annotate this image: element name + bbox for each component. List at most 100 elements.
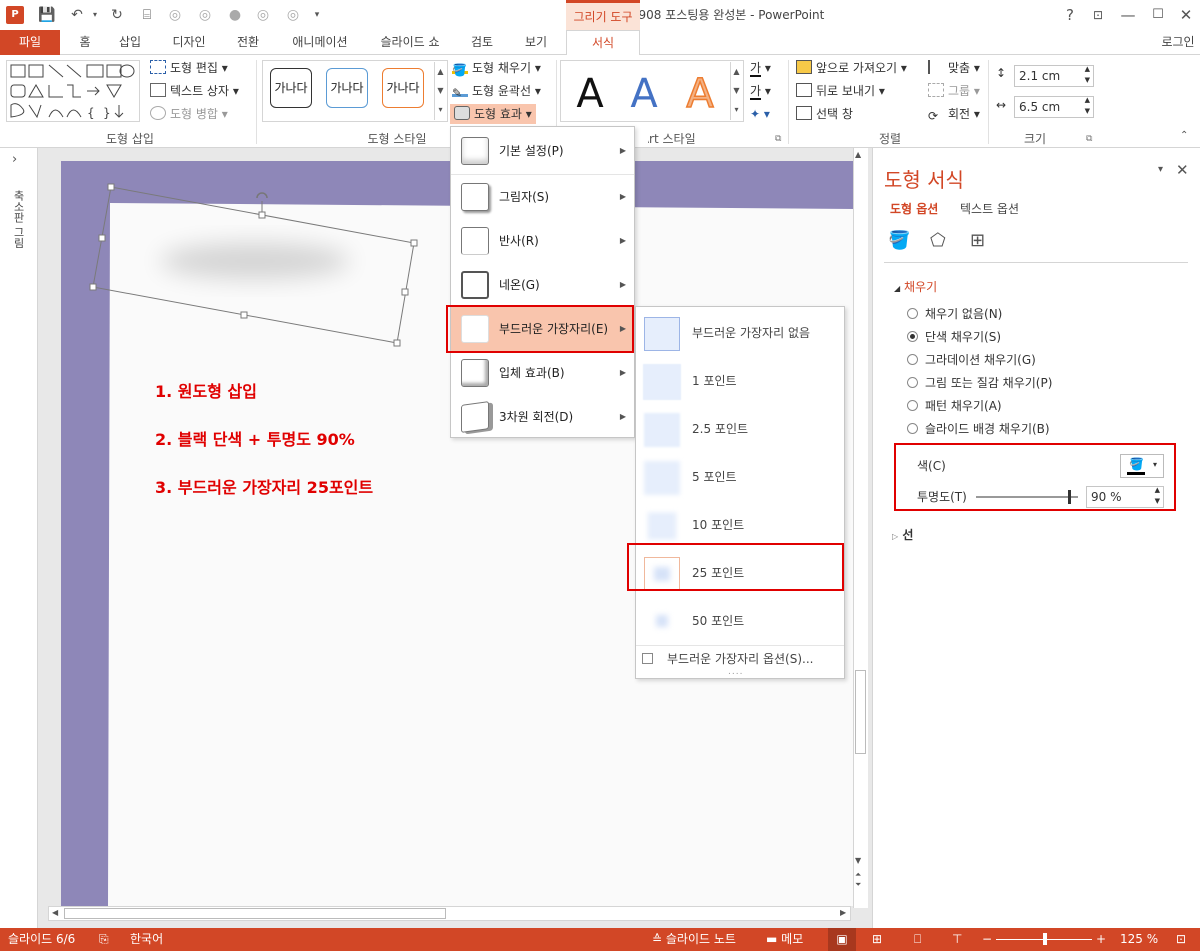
pane-options-icon[interactable]: ▾ bbox=[1158, 164, 1163, 175]
effect-bevel[interactable]: 입체 효과(B) ▶ bbox=[451, 351, 634, 395]
slide-counter[interactable]: 슬라이드 6/6 bbox=[8, 928, 75, 951]
wordart-style-3[interactable]: A bbox=[670, 64, 730, 124]
size-properties-icon[interactable]: ⊞ bbox=[970, 230, 994, 254]
scroll-up-icon[interactable]: ▲ bbox=[855, 150, 861, 159]
transparency-input[interactable]: 90 % ▲ ▼ bbox=[1086, 486, 1164, 508]
minimize-icon[interactable]: — bbox=[1116, 4, 1140, 26]
height-input[interactable]: 2.1 cm ▲ ▼ bbox=[1014, 65, 1094, 87]
text-fill-button[interactable]: 가 ▾ bbox=[750, 58, 771, 78]
soft-edge-1pt[interactable]: 1 포인트 bbox=[636, 357, 844, 405]
effect-3d-rotation[interactable]: 3차원 회전(D) ▶ bbox=[451, 395, 634, 439]
slideshow-view-icon[interactable]: ⊤ bbox=[952, 928, 962, 951]
scroll-down-icon[interactable]: ▼ bbox=[855, 856, 861, 865]
undo-icon[interactable]: ↶ bbox=[68, 6, 86, 24]
shape-qat-icon-1[interactable]: ◎ bbox=[166, 6, 184, 24]
width-input[interactable]: 6.5 cm ▲ ▼ bbox=[1014, 96, 1094, 118]
width-spinner[interactable]: ▲ ▼ bbox=[1085, 95, 1090, 117]
save-icon[interactable]: 💾 bbox=[38, 6, 56, 24]
fill-option-slide-background[interactable]: 슬라이드 배경 채우기(B) bbox=[907, 419, 1050, 439]
rotate-button[interactable]: ⟳ 회전 ▾ bbox=[928, 104, 980, 124]
horizontal-scroll-thumb[interactable] bbox=[64, 908, 446, 919]
normal-view-icon[interactable]: ▣ bbox=[828, 928, 856, 951]
effect-reflection[interactable]: 반사(R) ▶ bbox=[451, 219, 634, 263]
wordart-style-1[interactable]: A bbox=[560, 64, 620, 124]
selection-pane-button[interactable]: 선택 창 bbox=[796, 104, 853, 124]
maximize-icon[interactable]: ☐ bbox=[1146, 4, 1170, 26]
ribbon-display-icon[interactable]: ⊡ bbox=[1086, 4, 1110, 26]
gallery-scroll[interactable]: ▲ ▼ ▾ bbox=[434, 62, 446, 120]
transparency-spinner[interactable]: ▲ ▼ bbox=[1155, 485, 1160, 507]
soft-edge-none[interactable]: 부드러운 가장자리 없음 bbox=[636, 309, 844, 357]
shape-qat-icon-5[interactable]: ◎ bbox=[284, 6, 302, 24]
shape-style-swatch-2[interactable]: 가나다 bbox=[326, 68, 368, 108]
pane-close-icon[interactable]: ✕ bbox=[1176, 161, 1189, 179]
zoom-slider-thumb[interactable] bbox=[1043, 933, 1047, 945]
send-backward-button[interactable]: 뒤로 보내기 ▾ bbox=[796, 81, 885, 101]
slideshow-icon[interactable]: ⌸ bbox=[138, 6, 156, 24]
soft-edge-options[interactable]: 부드러운 가장자리 옵션(S)... bbox=[642, 651, 813, 667]
edit-shape-button[interactable]: 도형 편집 ▾ bbox=[150, 58, 228, 78]
tab-transitions[interactable]: 전환 bbox=[228, 30, 268, 55]
reading-view-icon[interactable]: ⎕ bbox=[914, 928, 921, 951]
menu-resize-grip[interactable]: .... bbox=[728, 667, 743, 677]
bring-forward-button[interactable]: 앞으로 가져오기 ▾ bbox=[796, 58, 907, 78]
fill-line-icon[interactable]: 🪣 bbox=[888, 230, 914, 254]
effects-pentagon-icon[interactable]: ⬠ bbox=[930, 230, 954, 254]
shape-outline-button[interactable]: ✎ 도형 윤곽선 ▾ bbox=[452, 81, 541, 101]
tab-format[interactable]: 서식 bbox=[566, 30, 640, 56]
expand-thumbnails-icon[interactable]: › bbox=[12, 152, 17, 167]
shape-qat-icon-2[interactable]: ◎ bbox=[196, 6, 214, 24]
line-section-header[interactable]: ▷ 선 bbox=[892, 526, 913, 543]
shape-qat-icon-3[interactable]: ● bbox=[226, 6, 244, 24]
redo-icon[interactable]: ↻ bbox=[108, 6, 126, 24]
scroll-right-icon[interactable]: ▶ bbox=[840, 908, 846, 917]
fill-section-header[interactable]: ◢ 채우기 bbox=[894, 278, 937, 295]
color-picker-button[interactable]: 🪣 ▾ bbox=[1120, 454, 1164, 478]
fill-option-picture[interactable]: 그림 또는 질감 채우기(P) bbox=[907, 373, 1052, 393]
slide-sorter-icon[interactable]: ⊞ bbox=[872, 928, 882, 951]
login-link[interactable]: 로그인 bbox=[1156, 30, 1200, 55]
effect-glow[interactable]: 네온(G) ▶ bbox=[451, 263, 634, 307]
soft-edge-2-5pt[interactable]: 2.5 포인트 bbox=[636, 405, 844, 453]
height-spinner[interactable]: ▲ ▼ bbox=[1085, 64, 1090, 86]
shape-gallery[interactable]: { } bbox=[6, 60, 140, 122]
shape-style-swatch-1[interactable]: 가나다 bbox=[270, 68, 312, 108]
tab-view[interactable]: 보기 bbox=[516, 30, 556, 55]
language-indicator[interactable]: 한국어 bbox=[130, 928, 163, 951]
wordart-dialog-launcher-icon[interactable]: ⧉ bbox=[775, 134, 781, 144]
shape-effects-button[interactable]: 도형 효과 ▾ bbox=[450, 104, 536, 124]
tab-animations[interactable]: 애니메이션 bbox=[282, 30, 358, 55]
tab-shape-options[interactable]: 도형 옵션 bbox=[890, 200, 938, 217]
wordart-style-2[interactable]: A bbox=[614, 64, 674, 124]
tab-home[interactable]: 홈 bbox=[70, 30, 100, 55]
merge-shapes-button[interactable]: 도형 병합 ▾ bbox=[150, 104, 228, 124]
customize-qat-icon[interactable]: ▾ bbox=[308, 6, 326, 24]
zoom-level[interactable]: 125 % bbox=[1120, 928, 1158, 951]
tab-insert[interactable]: 삽입 bbox=[110, 30, 150, 55]
text-box-button[interactable]: 텍스트 상자 ▾ bbox=[150, 81, 239, 101]
zoom-out-icon[interactable]: − bbox=[982, 928, 992, 951]
group-button[interactable]: 그룹 ▾ bbox=[928, 81, 980, 101]
collapse-ribbon-icon[interactable]: ⌃ bbox=[1180, 130, 1188, 141]
tab-review[interactable]: 검토 bbox=[462, 30, 502, 55]
tab-slideshow[interactable]: 슬라이드 쇼 bbox=[372, 30, 448, 55]
thumbnail-pane-collapsed[interactable] bbox=[0, 148, 38, 928]
soft-edge-10pt[interactable]: 10 포인트 bbox=[636, 501, 844, 549]
thumbnail-pane-label[interactable]: 축소판 그림 bbox=[12, 190, 26, 249]
spell-check-icon[interactable]: ⎘ bbox=[99, 928, 109, 951]
transparency-slider-track[interactable] bbox=[976, 496, 1078, 498]
shape-gallery-icons[interactable]: { } bbox=[7, 61, 141, 123]
shape-qat-icon-4[interactable]: ◎ bbox=[254, 6, 272, 24]
zoom-in-icon[interactable]: + bbox=[1096, 928, 1106, 951]
text-effects-button[interactable]: ✦ ▾ bbox=[750, 104, 770, 124]
shape-fill-button[interactable]: 🪣 도형 채우기 ▾ bbox=[452, 58, 541, 78]
size-dialog-launcher-icon[interactable]: ⧉ bbox=[1086, 134, 1092, 144]
vertical-scrollbar[interactable] bbox=[853, 148, 868, 908]
close-icon[interactable]: ✕ bbox=[1174, 4, 1198, 26]
wordart-gallery-scroll[interactable]: ▲ ▼ ▾ bbox=[730, 62, 742, 120]
tab-text-options[interactable]: 텍스트 옵션 bbox=[960, 200, 1019, 217]
text-outline-button[interactable]: 가 ▾ bbox=[750, 81, 771, 101]
fill-option-gradient[interactable]: 그라데이션 채우기(G) bbox=[907, 350, 1036, 370]
tab-file[interactable]: 파일 bbox=[0, 30, 60, 55]
fill-option-solid[interactable]: 단색 채우기(S) bbox=[907, 327, 1001, 347]
